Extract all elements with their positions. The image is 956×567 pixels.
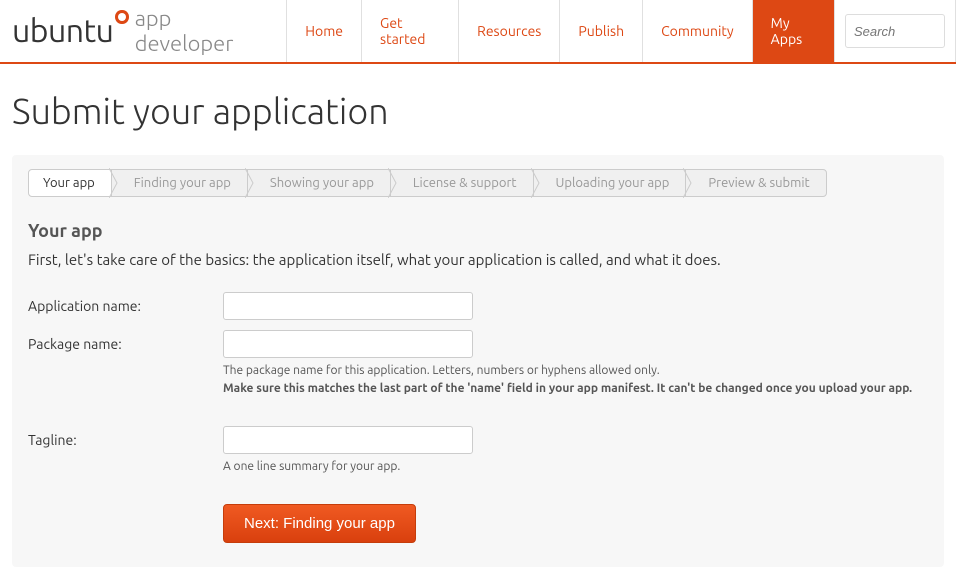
header: ubuntu app developer Home Get started Re… <box>0 0 956 64</box>
step-finding[interactable]: Finding your app <box>111 169 248 197</box>
form-actions: Next: Finding your app <box>223 486 928 543</box>
nav-publish[interactable]: Publish <box>559 0 642 62</box>
logo-subtitle: app developer <box>135 6 269 56</box>
label-package-name: Package name: <box>28 330 223 352</box>
label-app-name: Application name: <box>28 292 223 314</box>
logo-text: ubuntu <box>12 13 113 49</box>
section-title: Your app <box>28 221 928 241</box>
form-panel: Your app Finding your app Showing your a… <box>12 155 944 567</box>
search-input[interactable] <box>845 14 945 48</box>
main-content: Submit your application Your app Finding… <box>0 64 956 567</box>
step-showing[interactable]: Showing your app <box>247 169 391 197</box>
app-name-input[interactable] <box>223 292 473 320</box>
nav-resources[interactable]: Resources <box>458 0 559 62</box>
step-your-app[interactable]: Your app <box>28 169 112 197</box>
logo[interactable]: ubuntu app developer <box>0 0 286 62</box>
label-tagline: Tagline: <box>28 426 223 448</box>
field-package-name: The package name for this application. L… <box>223 330 928 398</box>
field-tagline: A one line summary for your app. <box>223 426 928 476</box>
tagline-input[interactable] <box>223 426 473 454</box>
step-uploading[interactable]: Uploading your app <box>533 169 687 197</box>
page-title: Submit your application <box>12 90 944 131</box>
package-name-input[interactable] <box>223 330 473 358</box>
row-tagline: Tagline: A one line summary for your app… <box>28 426 928 476</box>
step-license[interactable]: License & support <box>390 169 534 197</box>
nav-my-apps[interactable]: My Apps <box>752 0 834 62</box>
section-description: First, let's take care of the basics: th… <box>28 251 928 268</box>
help-tagline: A one line summary for your app. <box>223 458 923 476</box>
help-package-name: The package name for this application. L… <box>223 362 923 398</box>
ubuntu-circle-icon <box>115 10 128 24</box>
row-app-name: Application name: <box>28 292 928 320</box>
main-nav: Home Get started Resources Publish Commu… <box>286 0 956 62</box>
row-package-name: Package name: The package name for this … <box>28 330 928 398</box>
nav-home[interactable]: Home <box>286 0 361 62</box>
search-container <box>834 0 956 62</box>
nav-community[interactable]: Community <box>642 0 752 62</box>
field-app-name <box>223 292 928 320</box>
steps-breadcrumb: Your app Finding your app Showing your a… <box>28 169 928 197</box>
nav-get-started[interactable]: Get started <box>361 0 458 62</box>
step-preview[interactable]: Preview & submit <box>685 169 826 197</box>
next-button[interactable]: Next: Finding your app <box>223 504 416 543</box>
